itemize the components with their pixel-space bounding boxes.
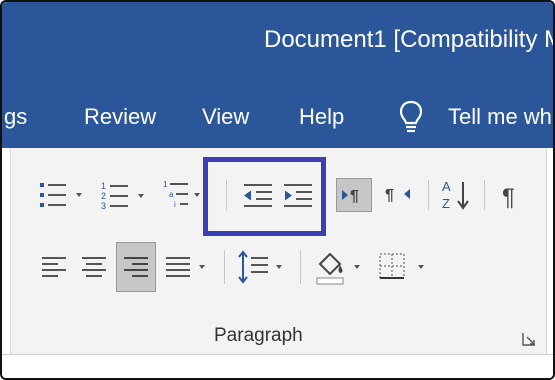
ltr-text-direction-icon: ¶ <box>342 188 359 205</box>
justify-icon <box>166 257 205 277</box>
shading-icon <box>316 252 360 285</box>
bullets-button[interactable] <box>38 180 94 210</box>
show-formatting-marks-button[interactable]: ¶ <box>500 180 526 212</box>
increase-indent-button[interactable] <box>282 182 314 210</box>
ltr-text-direction-button[interactable]: ¶ <box>336 178 372 212</box>
line-spacing-icon <box>238 250 282 284</box>
numbering-icon: 1 2 3 <box>101 181 144 211</box>
separator <box>224 250 225 284</box>
svg-text:2: 2 <box>101 191 106 201</box>
paragraph-dialog-launcher[interactable] <box>522 332 536 346</box>
separator <box>226 180 227 210</box>
svg-text:3: 3 <box>101 201 106 211</box>
tab-settings-partial[interactable]: gs <box>4 104 27 130</box>
sort-icon: A Z <box>442 179 469 211</box>
multilevel-list-icon: 1 a i <box>163 180 200 209</box>
shading-button[interactable] <box>314 248 370 288</box>
rtl-text-direction-button[interactable]: ¶ <box>382 178 416 210</box>
svg-text:Z: Z <box>442 196 450 211</box>
center-icon <box>82 257 106 277</box>
tab-review[interactable]: Review <box>84 104 156 130</box>
svg-text:A: A <box>442 179 451 194</box>
align-right-button[interactable] <box>116 242 156 292</box>
numbering-button[interactable]: 1 2 3 <box>100 180 156 212</box>
separator <box>428 180 429 210</box>
svg-text:i: i <box>174 200 176 209</box>
borders-icon <box>379 253 424 279</box>
svg-text:¶: ¶ <box>385 187 394 204</box>
dialog-launcher-icon <box>522 333 535 346</box>
tab-help[interactable]: Help <box>299 104 344 130</box>
svg-text:a: a <box>169 190 174 199</box>
rtl-text-direction-icon: ¶ <box>385 187 410 204</box>
decrease-indent-icon <box>244 184 272 207</box>
svg-text:1: 1 <box>101 181 106 191</box>
sort-button[interactable]: A Z <box>440 176 474 214</box>
tab-view[interactable]: View <box>202 104 249 130</box>
multilevel-list-button[interactable]: 1 a i <box>162 178 202 212</box>
borders-button[interactable] <box>378 252 434 286</box>
svg-text:¶: ¶ <box>350 188 359 205</box>
show-formatting-marks-icon: ¶ <box>502 184 515 211</box>
separator <box>300 250 301 284</box>
align-left-icon <box>42 257 66 277</box>
center-button[interactable] <box>80 254 110 280</box>
lightbulb-icon[interactable] <box>396 96 426 136</box>
ribbon-tabs: gs Review View Help Tell me wh <box>2 88 553 148</box>
separator <box>484 180 485 210</box>
svg-text:1: 1 <box>163 180 168 189</box>
line-spacing-button[interactable] <box>236 250 292 286</box>
tell-me-search[interactable]: Tell me wh <box>448 104 552 130</box>
align-left-button[interactable] <box>40 254 70 280</box>
app-window: Document1 [Compatibility M gs Review Vie… <box>0 0 555 380</box>
align-right-icon <box>124 257 148 277</box>
document-title: Document1 [Compatibility M <box>264 26 555 53</box>
title-bar: Document1 [Compatibility M <box>2 2 553 88</box>
document-area-edge <box>2 354 553 378</box>
svg-text:¶: ¶ <box>502 184 515 211</box>
justify-button[interactable] <box>164 254 212 280</box>
increase-indent-icon <box>284 184 312 207</box>
decrease-indent-button[interactable] <box>242 182 274 210</box>
paragraph-group-label: Paragraph <box>214 325 303 346</box>
bullets-icon <box>40 183 82 207</box>
